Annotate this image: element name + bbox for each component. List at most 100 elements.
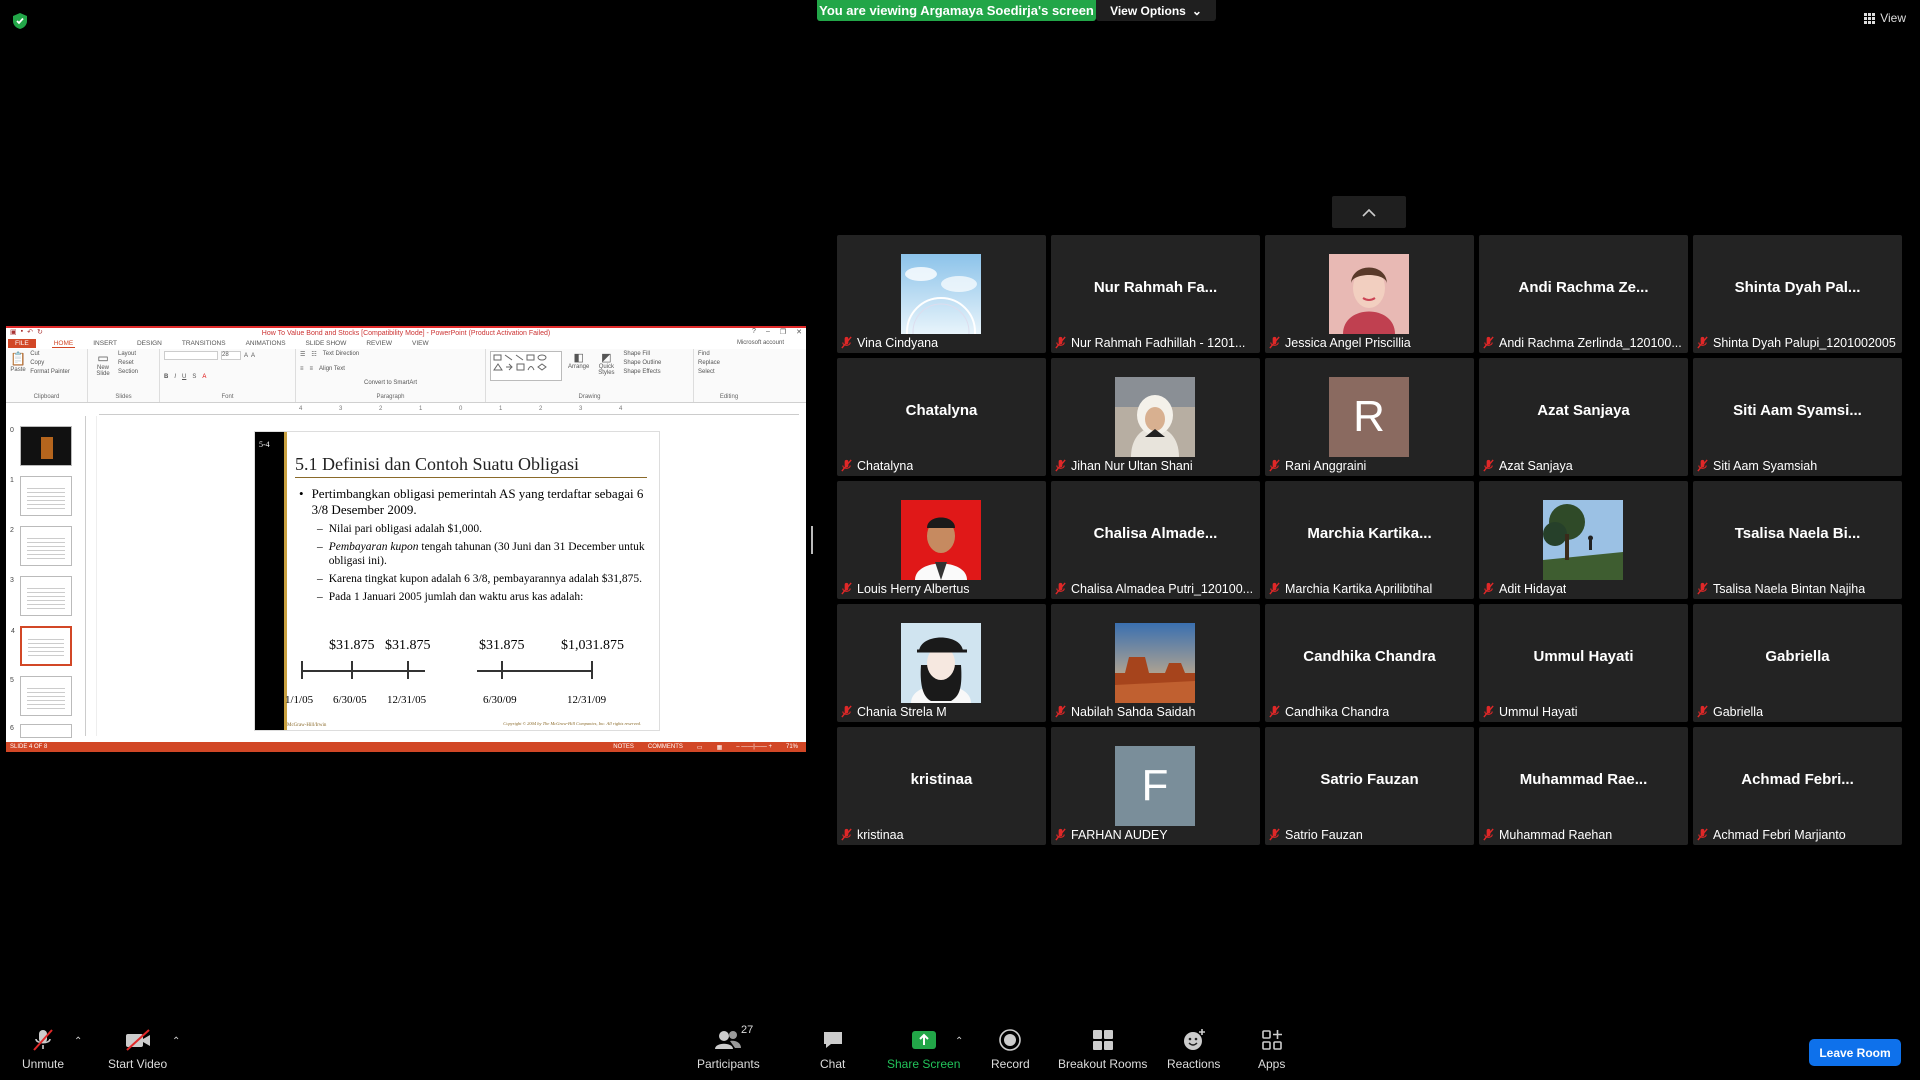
view-options-button[interactable]: View Options ⌄ <box>1096 0 1216 21</box>
view-button[interactable]: View <box>1864 11 1906 25</box>
slide-sorter-icon[interactable]: ▦ <box>717 744 723 751</box>
participant-tile[interactable]: Nur Rahmah Fa... Nur Rahmah Fadhillah - 1… <box>1051 235 1260 353</box>
record-button[interactable]: Record <box>991 1028 1030 1071</box>
underline-icon[interactable]: U <box>182 374 186 380</box>
font-name-select[interactable] <box>164 351 218 360</box>
participant-tile[interactable]: Chania Strela M <box>837 604 1046 722</box>
participant-tile[interactable]: Adit Hidayat <box>1479 481 1688 599</box>
select-button[interactable]: Select <box>698 369 760 375</box>
participant-tile[interactable]: Vina Cindyana <box>837 235 1046 353</box>
participant-tile[interactable]: Chalisa Almade... Chalisa Almadea Putri_1… <box>1051 481 1260 599</box>
breakout-rooms-button[interactable]: Breakout Rooms <box>1058 1028 1147 1071</box>
notes-button[interactable]: NOTES <box>613 744 634 751</box>
convert-smartart-button[interactable]: Convert to SmartArt <box>364 380 417 386</box>
copy-button[interactable]: Copy <box>30 360 70 366</box>
leave-room-button[interactable]: Leave Room <box>1809 1039 1901 1066</box>
video-options-caret-icon[interactable]: ⌃ <box>172 1036 180 1047</box>
font-color-icon[interactable]: A <box>202 374 206 380</box>
tab-review[interactable]: REVIEW <box>364 340 394 347</box>
arrange-button[interactable]: ◧ Arrange <box>568 351 589 370</box>
tab-file[interactable]: FILE <box>8 339 36 348</box>
thumbnails-scrollbar[interactable] <box>89 416 97 736</box>
split-view-handle[interactable] <box>811 526 813 554</box>
new-slide-button[interactable]: ▭ New Slide <box>92 351 114 377</box>
tab-view[interactable]: VIEW <box>410 340 431 347</box>
participant-tile[interactable]: Candhika Chandra Candhika Chandra <box>1265 604 1474 722</box>
slide-thumbnail[interactable]: 0 <box>10 426 72 466</box>
participant-tile[interactable]: R Rani Anggraini <box>1265 358 1474 476</box>
slide-thumbnail-selected[interactable]: 4 <box>11 626 72 666</box>
cut-button[interactable]: Cut <box>30 351 70 357</box>
slide-thumbnails-pane[interactable]: 0 1 2 3 4 5 6 <box>6 416 86 738</box>
tab-transitions[interactable]: TRANSITIONS <box>180 340 228 347</box>
participant-tile[interactable]: Jihan Nur Ultan Shani <box>1051 358 1260 476</box>
paste-button[interactable]: 📋 Paste <box>10 351 26 375</box>
slide-thumbnail[interactable]: 2 <box>10 526 72 566</box>
slide-canvas[interactable]: 5-4 5.1 Definisi dan Contoh Suatu Obliga… <box>254 431 660 731</box>
reset-button[interactable]: Reset <box>118 360 138 366</box>
save-icon[interactable]: ▪ <box>21 328 23 336</box>
find-button[interactable]: Find <box>698 351 760 357</box>
window-controls[interactable]: ? – ❐ ✕ <box>752 328 802 336</box>
security-shield-icon[interactable] <box>12 12 28 30</box>
participant-tile[interactable]: Gabriella Gabriella <box>1693 604 1902 722</box>
tab-insert[interactable]: INSERT <box>91 340 119 347</box>
unmute-button[interactable]: Unmute <box>22 1028 64 1071</box>
tab-animations[interactable]: ANIMATIONS <box>244 340 288 347</box>
align-text-button[interactable]: Align Text <box>319 366 345 372</box>
shapes-gallery[interactable] <box>490 351 562 381</box>
layout-button[interactable]: Layout <box>118 351 138 357</box>
share-screen-button[interactable]: Share Screen <box>887 1028 960 1071</box>
participant-tile[interactable]: Ummul Hayati Ummul Hayati <box>1479 604 1688 722</box>
slide-thumbnail[interactable]: 5 <box>10 676 72 716</box>
audio-options-caret-icon[interactable]: ⌃ <box>74 1036 82 1047</box>
start-video-button[interactable]: Start Video <box>108 1028 167 1071</box>
comments-button[interactable]: COMMENTS <box>648 744 683 751</box>
bold-icon[interactable]: B <box>164 374 168 380</box>
participant-tile[interactable]: Achmad Febri... Achmad Febri Marjianto <box>1693 727 1902 845</box>
shared-screen[interactable]: ▣ ▪ ↶ ↻ How To Value Bond and Stocks [Co… <box>6 326 806 752</box>
slide-thumbnail[interactable]: 3 <box>10 576 72 616</box>
participant-tile[interactable]: kristinaa kristinaa <box>837 727 1046 845</box>
tab-home[interactable]: HOME <box>51 340 76 348</box>
align-center-icon[interactable]: ≡ <box>310 366 314 372</box>
participant-tile[interactable]: Andi Rachma Ze... Andi Rachma Zerlinda_12… <box>1479 235 1688 353</box>
participant-tile[interactable]: F FARHAN AUDEY <box>1051 727 1260 845</box>
shrink-font-icon[interactable]: A <box>251 353 255 359</box>
replace-button[interactable]: Replace <box>698 360 760 366</box>
participant-tile[interactable]: Chatalyna Chatalyna <box>837 358 1046 476</box>
share-options-caret-icon[interactable]: ⌃ <box>955 1036 963 1047</box>
tab-design[interactable]: DESIGN <box>135 340 164 347</box>
close-icon[interactable]: ✕ <box>796 328 802 336</box>
grow-font-icon[interactable]: A <box>244 353 248 359</box>
numbering-icon[interactable]: ☷ <box>311 351 316 358</box>
zoom-level[interactable]: 71% <box>786 744 798 751</box>
strikethrough-icon[interactable]: S <box>192 374 196 380</box>
shape-fill-button[interactable]: Shape Fill <box>623 351 661 357</box>
shape-outline-button[interactable]: Shape Outline <box>623 360 661 366</box>
participant-tile[interactable]: Tsalisa Naela Bi... Tsalisa Naela Bintan … <box>1693 481 1902 599</box>
participant-tile[interactable]: Siti Aam Syamsi... Siti Aam Syamsiah <box>1693 358 1902 476</box>
gallery-page-up-button[interactable] <box>1332 196 1406 228</box>
participant-tile[interactable]: Shinta Dyah Pal... Shinta Dyah Palupi_120… <box>1693 235 1902 353</box>
restore-icon[interactable]: ❐ <box>780 328 786 336</box>
format-painter-button[interactable]: Format Painter <box>30 369 70 375</box>
text-direction-button[interactable]: Text Direction <box>323 351 359 358</box>
italic-icon[interactable]: I <box>174 374 176 380</box>
normal-view-icon[interactable]: ▭ <box>697 744 703 751</box>
participant-tile[interactable]: Satrio Fauzan Satrio Fauzan <box>1265 727 1474 845</box>
participants-button[interactable]: 27 Participants <box>697 1024 760 1071</box>
participant-tile[interactable]: Jessica Angel Priscillia <box>1265 235 1474 353</box>
participant-tile[interactable]: Muhammad Rae... Muhammad Raehan <box>1479 727 1688 845</box>
chat-button[interactable]: Chat <box>820 1028 845 1071</box>
section-button[interactable]: Section <box>118 369 138 375</box>
account-label[interactable]: Microsoft account <box>737 340 784 346</box>
quick-access-toolbar[interactable]: ▣ ▪ ↶ ↻ <box>10 328 43 336</box>
participant-tile[interactable]: Louis Herry Albertus <box>837 481 1046 599</box>
align-left-icon[interactable]: ≡ <box>300 366 304 372</box>
quick-styles-button[interactable]: ◩ Quick Styles <box>595 351 617 376</box>
undo-icon[interactable]: ↶ <box>27 328 33 336</box>
tab-slide-show[interactable]: SLIDE SHOW <box>304 340 349 347</box>
slide-thumbnail[interactable]: 1 <box>10 476 72 516</box>
font-size-select[interactable]: 28 <box>221 351 241 360</box>
